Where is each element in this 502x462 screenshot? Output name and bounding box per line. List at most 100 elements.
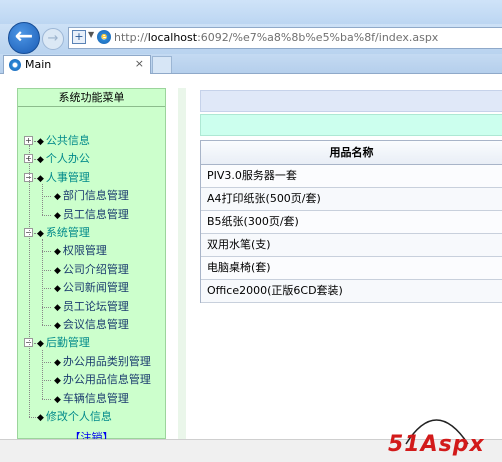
sidebar-item-child[interactable]: ◆ 公司介绍管理	[54, 262, 129, 278]
diamond-bullet-icon: ◆	[37, 229, 44, 239]
sidebar-item-child[interactable]: ◆ 公司新闻管理	[54, 280, 129, 296]
tab-bar: Main ×	[0, 54, 502, 74]
menu-tree: + ◆ 公共信息 + ◆ 个人办公 − ◆ 人事管理 ◆ 部门信息管理 ◆ 员工信息管理 − ◆ 系统管理 ◆ 权…	[18, 89, 165, 423]
tree-connector	[42, 361, 51, 363]
tree-connector	[42, 269, 51, 271]
sidebar-item-group[interactable]: ◆ 系统管理	[37, 225, 90, 241]
back-button[interactable]: ←	[8, 22, 40, 54]
table-row: 电脑桌椅(套)	[201, 257, 502, 280]
table-row: Office2000(正版6CD套装)	[201, 280, 502, 303]
header-strip	[200, 114, 502, 136]
forward-arrow-icon: →	[47, 31, 59, 46]
dropdown-arrow-icon[interactable]: ▼	[88, 30, 94, 39]
diamond-bullet-icon: ◆	[37, 137, 44, 147]
diamond-bullet-icon: ◆	[37, 173, 44, 184]
compatibility-view-icon[interactable]: +	[72, 30, 86, 44]
table-cell-name: B5纸张(300页/套)	[207, 215, 299, 228]
sidebar-item-label: 公司介绍管理	[62, 262, 129, 276]
expand-icon[interactable]: +	[24, 136, 33, 145]
diamond-bullet-icon: ◆	[54, 357, 61, 368]
sidebar-item-group[interactable]: ◆ 修改个人信息	[37, 409, 112, 425]
sidebar-group-label: 后勤管理	[45, 336, 90, 350]
address-bar[interactable]: + ▼ e http://localhost:6092/%e7%a8%8b%e5…	[68, 27, 502, 49]
supplies-table: 用品名称 PIV3.0服务器一套 A4打印纸张(500页/套) B5纸张(300页/…	[200, 140, 502, 303]
sidebar-item-label: 权限管理	[62, 244, 107, 258]
column-header-name: 用品名称	[201, 141, 502, 165]
diamond-bullet-icon: ◆	[37, 413, 44, 423]
sidebar-item-label: 车辆信息管理	[62, 391, 129, 405]
diamond-bullet-icon: ◆	[54, 394, 61, 405]
sidebar-item-label: 员工信息管理	[62, 207, 129, 221]
tree-connector	[29, 145, 30, 417]
sidebar-item-label: 办公用品信息管理	[62, 373, 151, 387]
sidebar-item-child[interactable]: ◆ 部门信息管理	[54, 188, 129, 204]
ie-page-icon: e	[97, 30, 111, 44]
navigation-bar: ← → + ▼ e http://localhost:6092/%e7%a8%8…	[0, 22, 502, 54]
table-cell-name: Office2000(正版6CD套装)	[207, 284, 343, 297]
diamond-bullet-icon: ◆	[54, 321, 61, 331]
watermark-text: 51Aspx	[388, 432, 485, 457]
sidebar-item-group[interactable]: ◆ 后勤管理	[37, 335, 90, 351]
new-tab-button[interactable]	[152, 56, 172, 73]
diamond-bullet-icon: ◆	[54, 265, 61, 276]
toolbar-strip	[200, 90, 502, 112]
table-row: 双用水笔(支)	[201, 234, 502, 257]
tree-connector	[42, 214, 51, 216]
sidebar-group-label: 系统管理	[45, 226, 90, 239]
tree-connector	[42, 380, 51, 382]
diamond-bullet-icon: ◆	[54, 210, 61, 221]
tree-connector	[42, 196, 51, 198]
tree-connector	[42, 306, 51, 308]
frame-divider[interactable]	[178, 88, 186, 439]
diamond-bullet-icon: ◆	[37, 155, 44, 166]
tab-label: Main	[25, 58, 52, 71]
watermark-logo: 51Aspx	[384, 400, 502, 462]
sidebar-group-label: 公共信息	[45, 134, 90, 147]
ie-tab-icon	[9, 59, 21, 71]
sidebar-group-label: 修改个人信息	[45, 410, 112, 423]
sidebar-group-label: 个人办公	[45, 152, 90, 166]
sidebar-item-child[interactable]: ◆ 会议信息管理	[54, 317, 129, 333]
table-row: A4打印纸张(500页/套)	[201, 188, 502, 211]
sidebar-item-child[interactable]: ◆ 员工论坛管理	[54, 299, 129, 315]
window-titlebar	[0, 0, 502, 24]
sidebar-item-group[interactable]: ◆ 个人办公	[37, 151, 90, 167]
diamond-bullet-icon: ◆	[37, 339, 44, 350]
sidebar-item-label: 部门信息管理	[62, 189, 129, 203]
diamond-bullet-icon: ◆	[54, 247, 61, 258]
table-cell-name: 双用水笔(支)	[207, 238, 271, 251]
tree-connector	[42, 325, 51, 326]
sidebar-item-group[interactable]: ◆ 人事管理	[37, 170, 90, 186]
sidebar-item-child[interactable]: ◆ 员工信息管理	[54, 207, 129, 223]
diamond-bullet-icon: ◆	[54, 376, 61, 387]
sidebar-item-child[interactable]: ◆ 办公用品类别管理	[54, 354, 151, 370]
tree-connector	[42, 184, 43, 215]
sidebar-item-child[interactable]: ◆ 权限管理	[54, 243, 107, 259]
table-row: PIV3.0服务器一套	[201, 165, 502, 188]
diamond-bullet-icon: ◆	[54, 284, 61, 295]
url-text[interactable]: http://localhost:6092/%e7%a8%8b%e5%ba%8f…	[114, 31, 438, 44]
tree-connector	[42, 288, 51, 290]
sidebar-menu: 系统功能菜单 + ◆ 公共信息 + ◆ 个人办公 − ◆ 人事管理 ◆ 部门信息管理 ◆ 员工信息管理 −…	[17, 88, 166, 444]
sidebar-group-label: 人事管理	[45, 170, 90, 184]
tree-connector	[42, 251, 51, 253]
table-cell-name: PIV3.0服务器一套	[207, 169, 297, 182]
table-row: B5纸张(300页/套)	[201, 211, 502, 234]
sidebar-item-group[interactable]: ◆ 公共信息	[37, 133, 90, 149]
back-arrow-icon: ←	[14, 24, 34, 49]
table-cell-name: 电脑桌椅(套)	[207, 261, 271, 274]
sidebar-item-label: 员工论坛管理	[62, 299, 129, 313]
tab-main[interactable]: Main ×	[3, 55, 151, 74]
sidebar-item-label: 会议信息管理	[62, 318, 129, 331]
table-cell-name: A4打印纸张(500页/套)	[207, 192, 321, 205]
forward-button[interactable]: →	[42, 28, 64, 50]
sidebar-item-label: 办公用品类别管理	[62, 354, 151, 368]
tree-connector	[42, 349, 43, 399]
sidebar-item-child[interactable]: ◆ 车辆信息管理	[54, 391, 129, 407]
diamond-bullet-icon: ◆	[54, 302, 61, 313]
page-content: 系统功能菜单 + ◆ 公共信息 + ◆ 个人办公 − ◆ 人事管理 ◆ 部门信息管理 ◆ 员工信息管理 −…	[0, 75, 502, 444]
close-tab-icon[interactable]: ×	[135, 57, 144, 70]
sidebar-item-child[interactable]: ◆ 办公用品信息管理	[54, 372, 151, 388]
tree-connector	[42, 398, 51, 400]
diamond-bullet-icon: ◆	[54, 192, 61, 203]
